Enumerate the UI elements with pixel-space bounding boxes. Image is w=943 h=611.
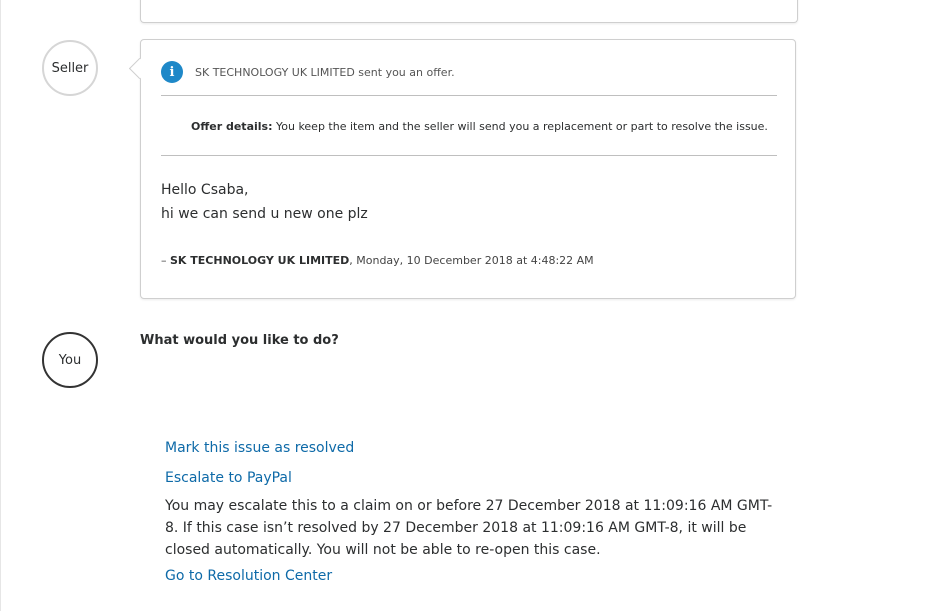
you-avatar: You bbox=[42, 332, 98, 388]
action-question: What would you like to do? bbox=[140, 333, 339, 348]
resolution-center-link[interactable]: Go to Resolution Center bbox=[165, 568, 332, 584]
resolution-page: Seller i SK TECHNOLOGY UK LIMITED sent y… bbox=[0, 0, 943, 611]
divider bbox=[161, 95, 777, 96]
previous-message-card bbox=[140, 0, 798, 23]
divider bbox=[161, 155, 777, 156]
seller-avatar-label: Seller bbox=[51, 60, 89, 76]
offer-notice-text: SK TECHNOLOGY UK LIMITED sent you an off… bbox=[195, 65, 455, 79]
you-avatar-label: You bbox=[58, 352, 82, 368]
signature-date: , Monday, 10 December 2018 at 4:48:22 AM bbox=[349, 254, 594, 267]
info-icon: i bbox=[161, 61, 183, 83]
offer-message: Hello Csaba, hi we can send u new one pl… bbox=[161, 178, 368, 226]
offer-details-text: You keep the item and the seller will se… bbox=[272, 120, 768, 133]
message-signature: – SK TECHNOLOGY UK LIMITED, Monday, 10 D… bbox=[161, 254, 594, 267]
signature-prefix: – bbox=[161, 254, 170, 267]
offer-card: i SK TECHNOLOGY UK LIMITED sent you an o… bbox=[140, 39, 796, 299]
message-line: Hello Csaba, bbox=[161, 182, 249, 198]
message-line: hi we can send u new one plz bbox=[161, 206, 368, 222]
mark-resolved-link[interactable]: Mark this issue as resolved bbox=[165, 440, 354, 456]
escalate-link[interactable]: Escalate to PayPal bbox=[165, 470, 292, 486]
signature-name: SK TECHNOLOGY UK LIMITED bbox=[170, 254, 350, 267]
escalate-note: You may escalate this to a claim on or b… bbox=[165, 498, 773, 558]
offer-notice: i SK TECHNOLOGY UK LIMITED sent you an o… bbox=[161, 61, 455, 83]
offer-details: Offer details: You keep the item and the… bbox=[191, 120, 768, 133]
seller-avatar: Seller bbox=[42, 40, 98, 96]
offer-details-label: Offer details: bbox=[191, 120, 273, 133]
